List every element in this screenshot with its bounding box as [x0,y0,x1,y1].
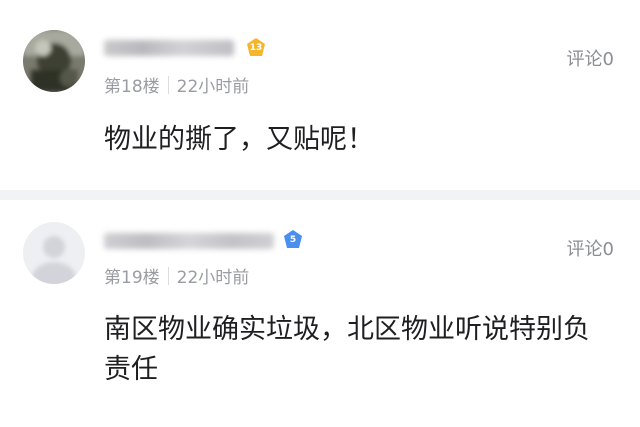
comment-content: 物业的撕了，又贴呢！ [104,124,374,155]
comment-thread: 13 评论0 第18楼 22小时前 物业的撕了，又贴呢！ 5 评论0 第19楼 … [0,0,640,427]
meta-separator [167,75,169,94]
post-time: 22小时前 [176,268,250,288]
level-badge-icon: 13 [245,37,267,59]
level-badge-number: 5 [289,235,297,245]
username-blurred[interactable] [104,233,274,249]
post-time: 22小时前 [176,77,250,97]
comment-post: 13 评论0 第18楼 22小时前 物业的撕了，又贴呢！ [0,0,640,190]
meta-separator [167,266,169,285]
level-badge-number: 13 [249,43,263,53]
level-badge-icon: 5 [282,229,304,251]
comment-post: 5 评论0 第19楼 22小时前 南区物业确实垃圾，北区物业听说特别负责任 [0,200,640,427]
comment-content: 南区物业确实垃圾，北区物业听说特别负责任 [104,314,590,385]
floor-number: 第18楼 [104,77,160,97]
post-meta: 第19楼 22小时前 [104,263,249,288]
avatar[interactable] [23,30,85,92]
post-divider [0,190,640,200]
username-blurred[interactable] [104,40,234,56]
floor-number: 第19楼 [104,268,160,288]
comment-count-button[interactable]: 评论0 [567,235,614,261]
comment-count-button[interactable]: 评论0 [567,45,614,71]
avatar[interactable] [23,222,85,284]
post-meta: 第18楼 22小时前 [104,72,249,97]
